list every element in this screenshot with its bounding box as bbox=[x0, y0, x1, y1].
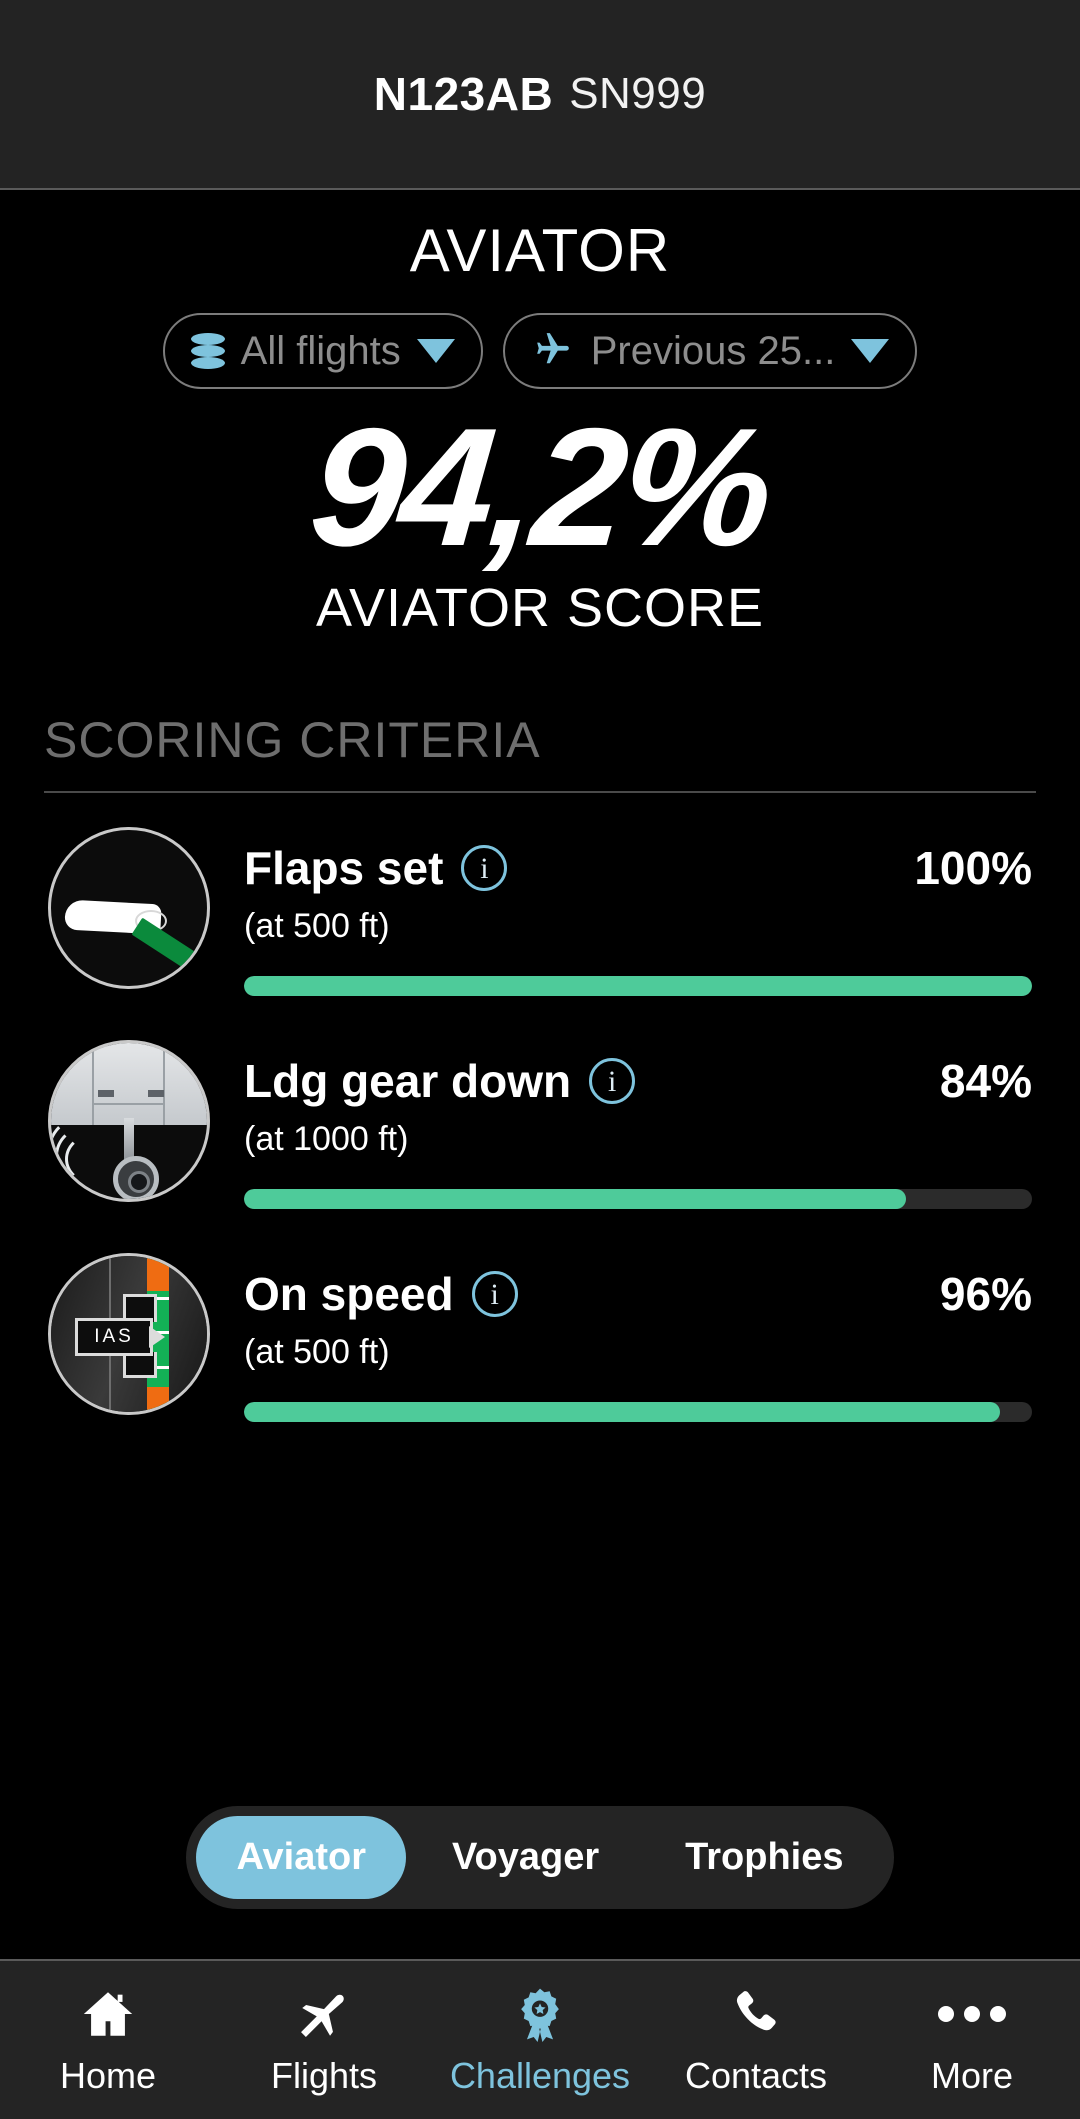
progress-track bbox=[244, 1402, 1032, 1423]
ellipsis-icon bbox=[936, 1983, 1008, 2045]
criterion-header: On speed i 96% bbox=[244, 1267, 1032, 1321]
criterion-name: On speed bbox=[244, 1268, 454, 1321]
criterion-body: Ldg gear down i 84% (at 1000 ft) bbox=[244, 1040, 1032, 1210]
criterion-name: Ldg gear down bbox=[244, 1055, 572, 1108]
filter-previous-flights[interactable]: Previous 25... bbox=[502, 313, 918, 389]
phone-icon bbox=[728, 1983, 784, 2045]
progress-track bbox=[244, 976, 1032, 997]
tab-more[interactable]: More bbox=[864, 1983, 1080, 2097]
filter-all-flights-label: All flights bbox=[240, 328, 401, 373]
title-bar: N123AB SN999 bbox=[0, 0, 1080, 190]
tab-flights-label: Flights bbox=[270, 2055, 378, 2096]
criterion-row[interactable]: IAS On speed i 96% (at 500 ft) bbox=[44, 1253, 1036, 1423]
tab-contacts-label: Contacts bbox=[684, 2055, 828, 2096]
criterion-header: Ldg gear down i 84% bbox=[244, 1054, 1032, 1108]
home-icon bbox=[79, 1983, 137, 2045]
scoring-criteria-section: SCORING CRITERIA Flaps set i 100% (at 50… bbox=[44, 711, 1036, 1423]
criterion-condition: (at 500 ft) bbox=[244, 907, 390, 946]
criterion-header: Flaps set i 100% bbox=[244, 841, 1032, 895]
section-title: SCORING CRITERIA bbox=[44, 712, 541, 769]
chevron-down-icon[interactable] bbox=[416, 339, 455, 363]
criterion-row[interactable]: Ldg gear down i 84% (at 1000 ft) bbox=[44, 1040, 1036, 1210]
landing-gear-icon bbox=[48, 1040, 210, 1203]
info-icon[interactable]: i bbox=[461, 845, 508, 892]
criterion-body: Flaps set i 100% (at 500 ft) bbox=[244, 827, 1032, 997]
progress-fill bbox=[244, 976, 1032, 997]
tab-challenges[interactable]: Challenges bbox=[432, 1983, 648, 2097]
aircraft-tail-number: N123AB bbox=[373, 68, 554, 120]
criterion-percent: 96% bbox=[939, 1268, 1032, 1321]
tab-home[interactable]: Home bbox=[0, 1983, 216, 2097]
criterion-percent: 100% bbox=[914, 842, 1032, 895]
criterion-name: Flaps set bbox=[244, 842, 444, 895]
filter-row: All flights Previous 25... bbox=[0, 313, 1080, 389]
database-icon bbox=[190, 333, 225, 369]
aviator-score-value: 94,2% bbox=[303, 393, 777, 581]
progress-fill bbox=[244, 1402, 1001, 1423]
airplane-icon bbox=[293, 1983, 355, 2045]
progress-track bbox=[244, 1189, 1032, 1210]
ias-label: IAS bbox=[75, 1318, 153, 1357]
segment-voyager[interactable]: Voyager bbox=[412, 1816, 639, 1899]
chevron-down-icon[interactable] bbox=[851, 339, 890, 363]
page-title: AVIATOR bbox=[409, 217, 671, 284]
progress-fill bbox=[244, 1189, 906, 1210]
aviator-score-caption: AVIATOR SCORE bbox=[315, 578, 765, 639]
segmented-control: Aviator Voyager Trophies bbox=[186, 1806, 894, 1909]
criterion-body: On speed i 96% (at 500 ft) bbox=[244, 1253, 1032, 1423]
criteria-list: Flaps set i 100% (at 500 ft) Ldg gear do… bbox=[44, 827, 1036, 1423]
award-ribbon-icon bbox=[511, 1983, 569, 2045]
airspeed-indicator-icon: IAS bbox=[48, 1253, 210, 1416]
flaps-icon bbox=[48, 827, 210, 990]
info-icon[interactable]: i bbox=[589, 1058, 636, 1105]
criterion-row[interactable]: Flaps set i 100% (at 500 ft) bbox=[44, 827, 1036, 997]
filter-previous-flights-label: Previous 25... bbox=[590, 328, 836, 373]
aircraft-serial-number: SN999 bbox=[569, 69, 707, 118]
bottom-tab-bar: Home Flights Challenges Contacts More bbox=[0, 1959, 1080, 2119]
tab-challenges-label: Challenges bbox=[449, 2055, 631, 2096]
criterion-percent: 84% bbox=[939, 1055, 1032, 1108]
tab-home-label: Home bbox=[59, 2055, 157, 2096]
section-divider bbox=[44, 791, 1036, 794]
filter-all-flights[interactable]: All flights bbox=[162, 313, 483, 389]
segment-trophies[interactable]: Trophies bbox=[645, 1816, 883, 1899]
airplane-icon bbox=[531, 330, 575, 373]
criterion-condition: (at 500 ft) bbox=[244, 1333, 390, 1372]
tab-flights[interactable]: Flights bbox=[216, 1983, 432, 2097]
segment-aviator[interactable]: Aviator bbox=[196, 1816, 406, 1899]
tab-more-label: More bbox=[930, 2055, 1014, 2096]
aviator-screen: N123AB SN999 AVIATOR All flights Previou… bbox=[0, 0, 1080, 2119]
tab-contacts[interactable]: Contacts bbox=[648, 1983, 864, 2097]
segmented-control-wrapper: Aviator Voyager Trophies bbox=[0, 1806, 1080, 1909]
criterion-condition: (at 1000 ft) bbox=[244, 1120, 409, 1159]
info-icon[interactable]: i bbox=[471, 1271, 518, 1318]
